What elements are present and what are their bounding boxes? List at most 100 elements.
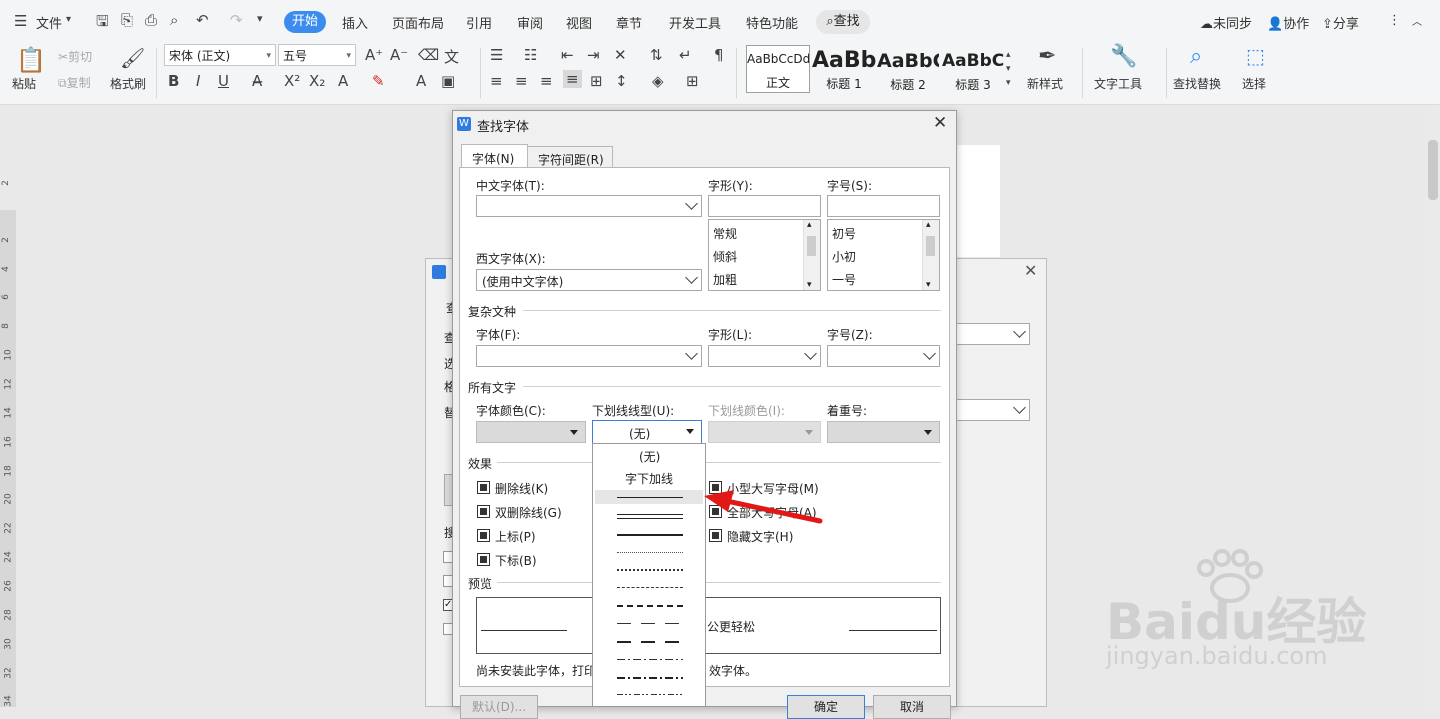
list-option-none[interactable]: (无) [639, 448, 660, 465]
default-button[interactable]: 默认(D)... [460, 695, 538, 719]
paste-button[interactable]: 粘贴 [12, 75, 36, 92]
paste-icon[interactable]: 📋 [16, 46, 46, 74]
search-button[interactable]: ⌕查找 [816, 10, 870, 34]
style-heading-2[interactable]: AaBbC 标题 2 [877, 48, 939, 92]
align-right-icon[interactable]: ≡ [540, 72, 553, 90]
font-color-dropdown[interactable] [476, 421, 586, 443]
save-icon[interactable]: 🖫 [96, 11, 109, 36]
style-scroll-icon[interactable]: ▴ ▾ ▾ [1006, 48, 1011, 90]
text-effect-icon[interactable]: A [338, 72, 348, 90]
find-replace-icon[interactable]: ⌕ [1190, 44, 1202, 69]
underline-thick[interactable] [617, 534, 683, 536]
cancel-button[interactable]: 取消 [873, 695, 951, 719]
style-input[interactable] [708, 195, 821, 217]
phonetic-icon[interactable]: 文 [444, 46, 459, 67]
clear-format-icon[interactable]: ⌫ [418, 46, 439, 64]
hidden-text-checkbox[interactable] [709, 529, 722, 542]
tab-view[interactable]: 视图 [566, 13, 592, 32]
close-icon[interactable]: ✕ [933, 113, 947, 133]
font-name-combo[interactable]: 宋体 (正文) ▾ [164, 44, 276, 66]
justify-icon[interactable]: ≡ [563, 70, 582, 88]
close-icon[interactable]: ✕ [1024, 261, 1037, 280]
redo-icon[interactable]: ↷ [230, 11, 243, 29]
underline-double[interactable] [617, 514, 683, 519]
strikethrough-checkbox[interactable] [477, 481, 490, 494]
find-replace-button[interactable]: 查找替换 [1173, 75, 1221, 92]
underline-dot-dash-heavy[interactable] [617, 677, 683, 679]
tab-page-layout[interactable]: 页面布局 [392, 13, 444, 32]
chevron-down-icon[interactable]: ▾ [66, 14, 71, 25]
style-normal[interactable]: AaBbCcDd 正文 [746, 45, 810, 93]
tab-font[interactable]: 字体(N) [461, 144, 528, 169]
tab-review[interactable]: 审阅 [517, 13, 543, 32]
grow-font-icon[interactable]: A⁺ [365, 46, 383, 64]
text-tools-icon[interactable]: 🔧 [1110, 44, 1137, 69]
underline-dash-heavy[interactable] [617, 605, 683, 607]
underline-type-list[interactable]: (无) 字下加线 [592, 443, 706, 707]
collab-button[interactable]: 👤协作 [1267, 13, 1309, 32]
shading-icon[interactable]: ◈ [652, 72, 664, 90]
list-option-word-underline[interactable]: 字下加线 [625, 470, 673, 487]
align-left-icon[interactable]: ≡ [490, 72, 503, 90]
export-icon[interactable]: ⎘ [121, 11, 133, 29]
emphasis-dropdown[interactable] [827, 421, 940, 443]
print-icon[interactable]: ⎙ [145, 11, 157, 29]
borders-icon[interactable]: ⊞ [686, 72, 699, 90]
underline-long-dash[interactable] [617, 623, 683, 624]
underline-color-dropdown[interactable] [708, 421, 821, 443]
complex-font-combo[interactable] [476, 345, 702, 367]
underline-dotted[interactable] [617, 552, 683, 553]
underline-dot-dot-dash[interactable] [617, 694, 683, 695]
decrease-indent-icon[interactable]: ⇤ [561, 46, 574, 64]
size-input[interactable] [827, 195, 940, 217]
font-size-combo[interactable]: 五号 ▾ [278, 44, 356, 66]
copy-button[interactable]: ⧉复制 [58, 74, 91, 91]
double-strikethrough-checkbox[interactable] [477, 505, 490, 518]
tab-references[interactable]: 引用 [466, 13, 492, 32]
underline-type-dropdown[interactable]: (无) [592, 420, 702, 444]
highlight-icon[interactable]: ✎ [372, 72, 385, 90]
hamburger-icon[interactable]: ☰ [14, 12, 27, 30]
sync-status[interactable]: ☁未同步 [1200, 13, 1252, 32]
style-heading-3[interactable]: AaBbC 标题 3 [942, 48, 1004, 92]
select-button[interactable]: 选择 [1242, 75, 1266, 92]
underline-icon[interactable]: U [218, 72, 229, 90]
style-listbox[interactable]: ▴ ▾ 常规 倾斜 加粗 [708, 219, 821, 291]
size-listbox[interactable]: ▴ ▾ 初号 小初 一号 [827, 219, 940, 291]
cut-button[interactable]: ✂剪切 [58, 48, 92, 65]
numbering-icon[interactable]: ☷ [524, 46, 537, 64]
new-style-button[interactable]: 新样式 [1027, 75, 1063, 92]
chevron-down-icon[interactable]: ▾ [807, 280, 812, 290]
chevron-up-icon[interactable]: ▴ [807, 220, 812, 230]
chinese-font-combo[interactable] [476, 195, 702, 217]
underline-dot-dash[interactable] [617, 659, 683, 660]
tab-developer[interactable]: 开发工具 [669, 13, 721, 32]
quick-access-dropdown-icon[interactable]: ▾ [257, 12, 263, 25]
share-button[interactable]: ⇪分享 [1322, 13, 1359, 32]
superscript-icon[interactable]: X² [284, 72, 300, 90]
underline-long-dash-heavy[interactable] [617, 641, 683, 643]
tab-spacing[interactable]: 字符间距(R) [527, 146, 613, 169]
tab-special[interactable]: 特色功能 [746, 13, 798, 32]
underline-dotted-heavy[interactable] [617, 569, 683, 571]
list-item[interactable]: 初号 [832, 225, 856, 242]
scrollbar-thumb[interactable] [807, 236, 816, 256]
list-item[interactable]: 加粗 [713, 271, 737, 288]
list-item[interactable]: 倾斜 [713, 248, 737, 265]
increase-indent-icon[interactable]: ⇥ [587, 46, 600, 64]
sort-icon[interactable]: ⇅ [650, 46, 663, 64]
font-color-icon[interactable]: A [416, 72, 426, 90]
complex-style-combo[interactable] [708, 345, 821, 367]
text-tools-button[interactable]: 文字工具 [1094, 75, 1142, 92]
show-marks-icon[interactable]: ↵ [679, 46, 692, 64]
distribute-icon[interactable]: ⊞ [590, 72, 603, 90]
list-item[interactable]: 小初 [832, 248, 856, 265]
chinese-layout-icon[interactable]: ✕ [614, 46, 627, 64]
complex-size-combo[interactable] [827, 345, 940, 367]
scrollbar-thumb[interactable] [926, 236, 935, 256]
ok-button[interactable]: 确定 [787, 695, 865, 719]
find-what-combo[interactable] [956, 323, 1030, 345]
bold-icon[interactable]: B [168, 72, 179, 90]
paragraph-mark-icon[interactable]: ¶ [714, 46, 724, 64]
undo-icon[interactable]: ↶ [196, 11, 209, 29]
